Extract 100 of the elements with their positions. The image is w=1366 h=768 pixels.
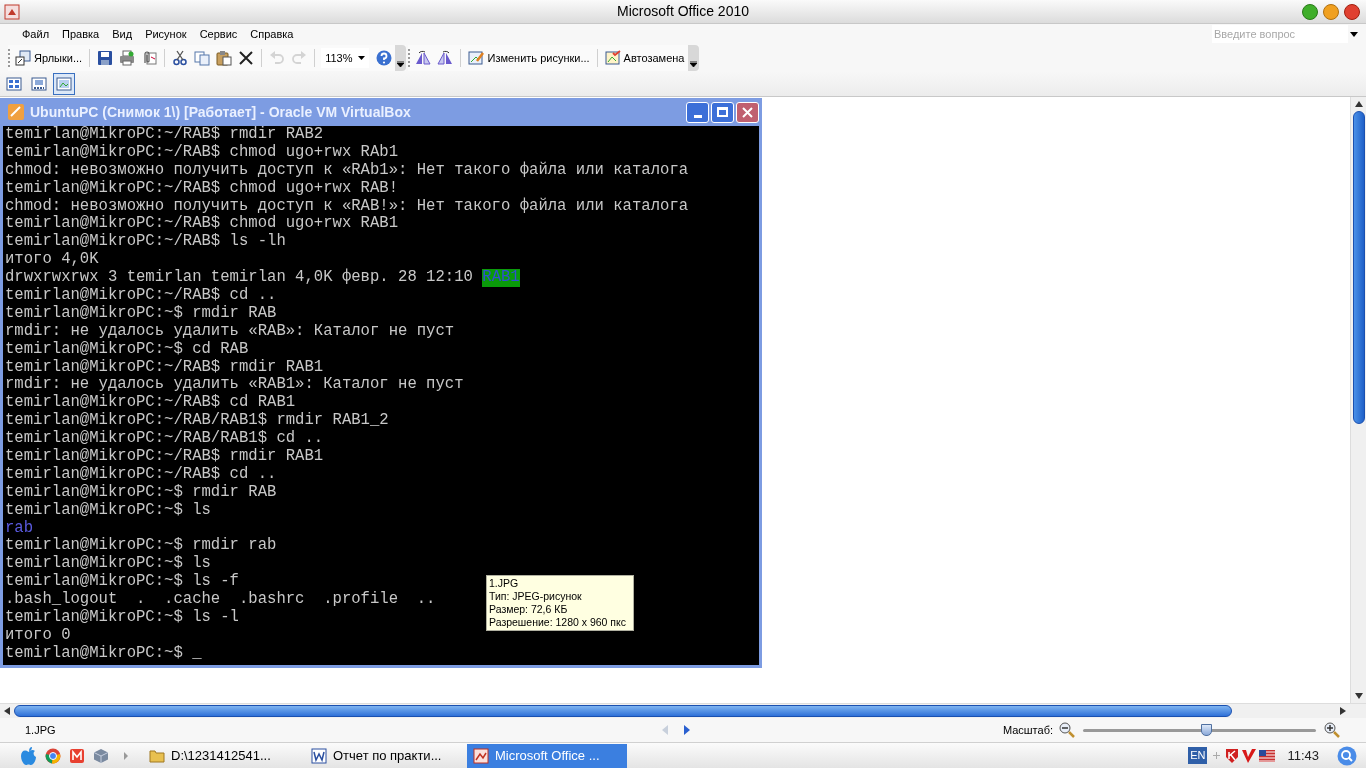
taskbar-button[interactable]: Отчет по практи... bbox=[305, 743, 465, 768]
save-icon bbox=[97, 50, 114, 66]
single-picture-view-button[interactable] bbox=[53, 73, 75, 95]
terminal-line: итого 4,0K bbox=[5, 251, 99, 269]
overflow-button[interactable] bbox=[395, 45, 407, 71]
attachment-icon bbox=[141, 50, 158, 66]
terminal-line: drwxrwxrwx 3 temirlan temirlan 4,0K февр. 28 12:10 bbox=[5, 269, 473, 287]
terminal-line: rmdir: не удалось удалить «RAB»: Каталог не пуст bbox=[5, 322, 455, 341]
redo-icon bbox=[291, 50, 308, 66]
chevron-icon[interactable] bbox=[123, 751, 129, 760]
menu-item[interactable]: Правка bbox=[56, 25, 106, 43]
overflow-icon bbox=[397, 61, 405, 67]
next-icon[interactable] bbox=[683, 724, 691, 736]
vertical-scrollbar[interactable] bbox=[1350, 97, 1366, 703]
printer-icon bbox=[119, 50, 136, 66]
dropdown-caret-icon[interactable] bbox=[1350, 31, 1358, 37]
clock: 11:43 bbox=[1287, 746, 1319, 765]
triangles-icon bbox=[415, 50, 432, 66]
terminal-line: temirlan@MikroPC:~/RAB/RAB1$ rmdir RAB1_2 bbox=[5, 412, 389, 430]
copy-icon bbox=[194, 50, 211, 66]
terminal-line: temirlan@MikroPC:~/RAB/RAB1$ cd .. bbox=[5, 430, 324, 448]
window-title: Microsoft Office 2010 bbox=[617, 2, 749, 21]
terminal-line: temirlan@MikroPC:~/RAB$ cd .. bbox=[5, 287, 277, 305]
terminal-line: temirlan@MikroPC:~$ ls bbox=[5, 501, 211, 520]
file-name: 1.JPG bbox=[25, 722, 57, 738]
cube-icon[interactable] bbox=[93, 747, 109, 764]
menu-item[interactable]: Вид bbox=[106, 25, 139, 43]
maximize-button[interactable] bbox=[1323, 4, 1339, 20]
terminal-line: temirlan@MikroPC:~/RAB$ rmdir RAB1 bbox=[5, 358, 324, 376]
picture-edit-icon bbox=[604, 50, 621, 66]
terminal-line: temirlan@MikroPC:~$ rmdir RAB bbox=[5, 304, 277, 323]
zoom-combo-box[interactable]: 113% bbox=[321, 48, 370, 68]
terminal-line: temirlan@MikroPC:~$ rmdir rab bbox=[5, 537, 277, 555]
tooltip-text: Тип: JPEG-рисунок bbox=[489, 590, 583, 603]
close-button[interactable] bbox=[1344, 4, 1360, 20]
help-icon bbox=[376, 50, 393, 66]
zoom-out-icon[interactable] bbox=[1059, 722, 1075, 738]
terminal-line: rab bbox=[5, 519, 34, 537]
check-mark-icon[interactable] bbox=[1241, 747, 1258, 764]
terminal-line: .bash_logout . .cache .bashrc .profile .. bbox=[5, 591, 436, 609]
app-icon bbox=[4, 4, 20, 20]
terminal-line: chmod: невозможно получить доступ к «RAb1»: Нет такого файла или каталога bbox=[5, 161, 689, 180]
shortcuts-icon bbox=[15, 50, 31, 66]
terminal-line: temirlan@MikroPC:~/RAB$ ls -lh bbox=[5, 233, 286, 252]
triangles-icon bbox=[437, 50, 454, 66]
slider-thumb[interactable] bbox=[1201, 724, 1213, 736]
zoom-label: Масштаб: bbox=[1002, 722, 1053, 738]
close-icon bbox=[742, 106, 753, 118]
zoom-slider[interactable] bbox=[1083, 723, 1316, 737]
overflow-icon bbox=[689, 61, 697, 67]
autocorrect-button[interactable]: Автозамена bbox=[601, 47, 688, 69]
language-indicator[interactable]: EN bbox=[1188, 747, 1208, 764]
terminal-line: chmod: невозможно получить доступ к «RAB!»: Нет такого файла или каталога bbox=[5, 197, 689, 215]
picture-edit-icon bbox=[468, 50, 485, 66]
edit-pictures-button[interactable]: Изменить рисунки... bbox=[465, 47, 593, 69]
menu-item[interactable]: Рисунок bbox=[139, 25, 193, 43]
taskbar-button[interactable]: D:\1231412541... bbox=[143, 743, 303, 768]
terminal-line: temirlan@MikroPC:~$ _ bbox=[5, 644, 202, 663]
tooltip-text: 1.JPG bbox=[489, 577, 520, 590]
terminal-line: rmdir: не удалось удалить «RAB1»: Каталог не пуст bbox=[5, 376, 464, 394]
tooltip-text: Разрешение: 1280 x 960 пкс bbox=[489, 616, 627, 629]
virtualbox-icon bbox=[7, 103, 25, 121]
mail-icon[interactable] bbox=[69, 747, 85, 764]
terminal-line: temirlan@MikroPC:~/RAB$ chmod ugo+rwx RAb1 bbox=[5, 143, 399, 162]
terminal-line: temirlan@MikroPC:~$ cd RAB bbox=[5, 340, 249, 359]
terminal-line: temirlan@MikroPC:~/RAB$ chmod ugo+rwx RAB! bbox=[5, 179, 399, 198]
help-search-field[interactable]: Введите вопрос bbox=[1212, 25, 1348, 43]
clipboard-icon bbox=[216, 50, 233, 66]
terminal-line: temirlan@MikroPC:~$ ls bbox=[5, 555, 211, 573]
minimize-button[interactable] bbox=[1302, 4, 1318, 20]
screenshot-window-title: UbuntuPC (Снимок 1\) [Работает] - Oracle VM VirtualBox bbox=[30, 102, 412, 122]
terminal-line: temirlan@MikroPC:~/RAB$ rmdir RAB2 bbox=[5, 126, 324, 144]
shortcuts-button[interactable]: Ярлыки... bbox=[12, 47, 86, 69]
terminal-line: temirlan@MikroPC:~/RAB$ cd .. bbox=[5, 465, 277, 484]
tooltip-text: Размер: 72,6 КБ bbox=[489, 603, 569, 616]
terminal-line: temirlan@MikroPC:~$ ls -f bbox=[5, 573, 239, 591]
flag-icon[interactable] bbox=[1259, 749, 1276, 762]
apple-icon[interactable] bbox=[20, 745, 37, 766]
zoom-in-icon[interactable] bbox=[1324, 722, 1340, 738]
shield-icon[interactable] bbox=[1225, 747, 1240, 764]
picture-icon bbox=[473, 747, 489, 764]
terminal-line: temirlan@MikroPC:~/RAB$ cd RAB1 bbox=[5, 394, 296, 412]
terminal-line: temirlan@MikroPC:~$ ls -l bbox=[5, 609, 239, 627]
horizontal-scrollbar[interactable] bbox=[0, 703, 1366, 718]
overflow-button[interactable] bbox=[687, 45, 699, 71]
folder-icon bbox=[149, 747, 165, 764]
terminal-line: temirlan@MikroPC:~$ rmdir RAB bbox=[5, 483, 277, 502]
document-icon bbox=[311, 747, 327, 764]
terminal-line: итого 0 bbox=[5, 626, 71, 645]
search-icon[interactable] bbox=[1337, 745, 1357, 766]
menu-item[interactable]: Файл bbox=[16, 25, 56, 43]
chrome-icon[interactable] bbox=[45, 747, 61, 764]
scissors-icon bbox=[172, 50, 189, 66]
menu-item[interactable]: Справка bbox=[244, 25, 300, 43]
terminal-directory-name: RAB1 bbox=[482, 269, 520, 287]
terminal-line: temirlan@MikroPC:~/RAB$ rmdir RAB1 bbox=[5, 448, 324, 466]
taskbar-button[interactable]: Microsoft Office ... bbox=[467, 743, 627, 768]
undo-icon bbox=[269, 50, 286, 66]
menu-item[interactable]: Сервис bbox=[193, 25, 244, 43]
plus-icon bbox=[1213, 752, 1221, 759]
